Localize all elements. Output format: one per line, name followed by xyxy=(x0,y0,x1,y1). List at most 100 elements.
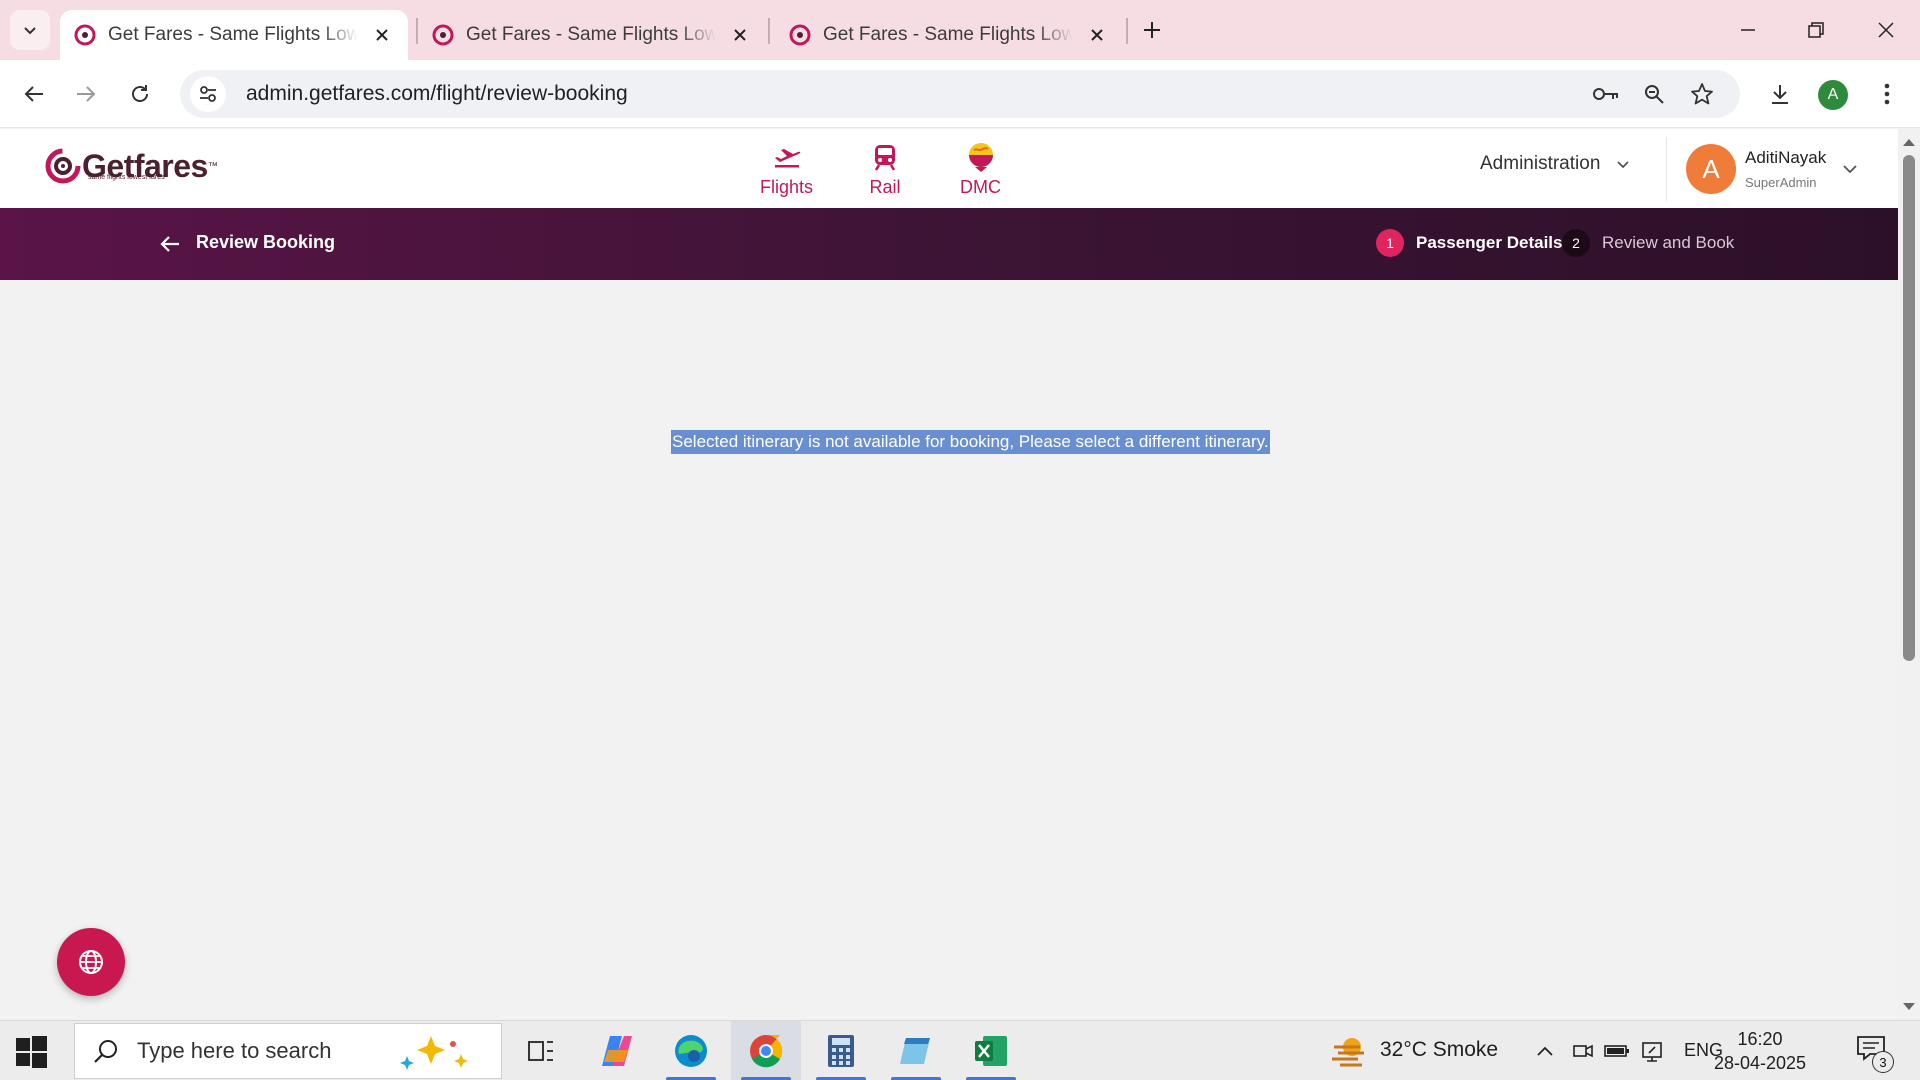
taskbar-clock[interactable]: 16:20 28-04-2025 xyxy=(1708,1027,1812,1075)
notepad-icon xyxy=(900,1038,930,1064)
weather-haze-icon xyxy=(1332,1038,1364,1067)
browser-tab-2[interactable]: Get Fares - Same Flights Lowest Fares xyxy=(418,10,766,60)
edge-app[interactable] xyxy=(656,1021,726,1080)
close-tab-icon[interactable] xyxy=(370,23,394,47)
nav-flights[interactable]: Flights xyxy=(760,141,813,198)
task-view-button[interactable] xyxy=(506,1021,576,1080)
logo-trademark: ™ xyxy=(207,160,218,172)
zoom-button[interactable] xyxy=(1638,78,1670,110)
copilot-icon xyxy=(602,1036,632,1066)
getfares-logo-mark-icon xyxy=(45,148,81,184)
nav-rail-label: Rail xyxy=(869,177,901,197)
arrow-left-icon xyxy=(160,236,179,252)
step-review-and-book[interactable]: 2 Review and Book xyxy=(1562,229,1734,257)
key-icon xyxy=(1593,88,1618,100)
step-label: Review and Book xyxy=(1602,233,1735,252)
calculator-app[interactable] xyxy=(806,1021,876,1080)
browser-toolbar: admin.getfares.com/flight/review-booking xyxy=(0,60,1920,128)
scroll-up-arrow-icon[interactable] xyxy=(1902,135,1916,149)
password-key-button[interactable] xyxy=(1590,78,1622,110)
step-label: Passenger Details xyxy=(1416,233,1563,252)
back-button[interactable] xyxy=(14,74,54,114)
task-view-icon xyxy=(528,1041,553,1061)
user-menu-chevron-icon[interactable] xyxy=(1842,161,1858,177)
back-arrow-button[interactable] xyxy=(158,232,182,256)
calculator-icon xyxy=(828,1035,854,1067)
logo-tagline: same flights lowest fares xyxy=(88,174,165,181)
browser-menu-button[interactable] xyxy=(1872,74,1902,114)
search-placeholder: Type here to search xyxy=(137,1038,332,1063)
dmc-globe-icon xyxy=(964,141,998,173)
chevron-down-icon xyxy=(1617,161,1630,169)
scrollbar-thumb[interactable] xyxy=(1903,155,1915,661)
review-booking-banner: Review Booking 1 Passenger Details 2 Rev… xyxy=(0,208,1898,280)
windows-start-icon[interactable] xyxy=(14,1035,48,1069)
tab-title: Get Fares - Same Flights Lowest Fares xyxy=(108,24,358,45)
battery-icon[interactable] xyxy=(1604,1039,1630,1063)
windows-taskbar: Type here to search 32°C Smoke ENG 16:20… xyxy=(0,1020,1920,1080)
excel-icon xyxy=(975,1036,1007,1066)
restore-icon xyxy=(1808,22,1824,38)
tab-title: Get Fares - Same Flights Lowest Fares xyxy=(823,24,1073,45)
step-passenger-details[interactable]: 1 Passenger Details xyxy=(1376,229,1562,257)
notepad-app[interactable] xyxy=(881,1021,951,1080)
minimize-button[interactable] xyxy=(1728,10,1768,50)
tab-search-button[interactable] xyxy=(10,10,50,50)
administration-menu[interactable]: Administration xyxy=(1480,153,1630,175)
clock-time: 16:20 xyxy=(1737,1029,1783,1049)
chrome-app[interactable] xyxy=(731,1021,801,1080)
close-window-button[interactable] xyxy=(1866,10,1906,50)
nav-rail[interactable]: Rail xyxy=(868,141,902,198)
step-number: 2 xyxy=(1562,229,1590,257)
getfares-favicon-icon xyxy=(74,24,96,46)
chevron-down-icon xyxy=(24,27,36,35)
plane-icon xyxy=(770,141,804,173)
copilot-sparkle-icon xyxy=(400,1036,468,1070)
nav-dmc[interactable]: DMC xyxy=(960,141,1001,198)
nav-dmc-label: DMC xyxy=(960,177,1001,197)
bookmark-button[interactable] xyxy=(1686,78,1718,110)
excel-app[interactable] xyxy=(956,1021,1026,1080)
close-tab-icon[interactable] xyxy=(728,23,752,47)
edge-icon xyxy=(675,1035,707,1067)
site-info-button[interactable] xyxy=(190,76,226,112)
chrome-icon xyxy=(750,1034,783,1068)
minimize-icon xyxy=(1741,29,1755,31)
network-icon[interactable] xyxy=(1640,1039,1666,1063)
browser-tab-strip: Get Fares - Same Flights Lowest Fares Ge… xyxy=(0,0,1920,60)
restore-button[interactable] xyxy=(1796,10,1836,50)
new-tab-button[interactable] xyxy=(1136,14,1168,46)
page-scrollbar[interactable] xyxy=(1898,129,1920,1020)
reload-button[interactable] xyxy=(120,74,160,114)
reload-icon xyxy=(132,85,148,102)
user-name: AditiNayak xyxy=(1745,148,1827,167)
arrow-left-icon xyxy=(24,86,43,102)
tab-separator xyxy=(1126,18,1128,44)
browser-tab-3[interactable]: Get Fares - Same Flights Lowest Fares xyxy=(775,10,1123,60)
taskbar-search-box[interactable]: Type here to search xyxy=(74,1023,502,1079)
meet-now-icon[interactable] xyxy=(1570,1039,1596,1063)
url-text[interactable]: admin.getfares.com/flight/review-booking xyxy=(246,82,628,106)
copilot-app[interactable] xyxy=(582,1021,652,1080)
arrow-right-icon xyxy=(77,86,96,102)
show-hidden-icons-button[interactable] xyxy=(1532,1039,1558,1063)
forward-button[interactable] xyxy=(66,74,106,114)
user-avatar[interactable]: A xyxy=(1686,144,1736,194)
weather-text[interactable]: 32°C Smoke xyxy=(1380,1038,1498,1062)
scroll-down-arrow-icon[interactable] xyxy=(1902,1000,1916,1014)
train-icon xyxy=(868,141,902,173)
plus-icon xyxy=(1144,22,1160,38)
address-bar[interactable]: admin.getfares.com/flight/review-booking xyxy=(180,70,1740,118)
browser-profile-avatar[interactable]: A xyxy=(1818,80,1848,110)
clock-date: 28-04-2025 xyxy=(1713,1053,1807,1073)
downloads-button[interactable] xyxy=(1760,74,1800,114)
language-globe-button[interactable] xyxy=(57,928,125,996)
browser-tab-1[interactable]: Get Fares - Same Flights Lowest Fares xyxy=(60,10,408,60)
notification-center-button[interactable]: 3 xyxy=(1856,1035,1894,1073)
close-tab-icon[interactable] xyxy=(1085,23,1109,47)
step-number: 1 xyxy=(1376,229,1404,257)
getfares-favicon-icon xyxy=(789,24,811,46)
tab-separator xyxy=(768,18,770,44)
tune-icon xyxy=(200,86,216,102)
getfares-favicon-icon xyxy=(432,24,454,46)
